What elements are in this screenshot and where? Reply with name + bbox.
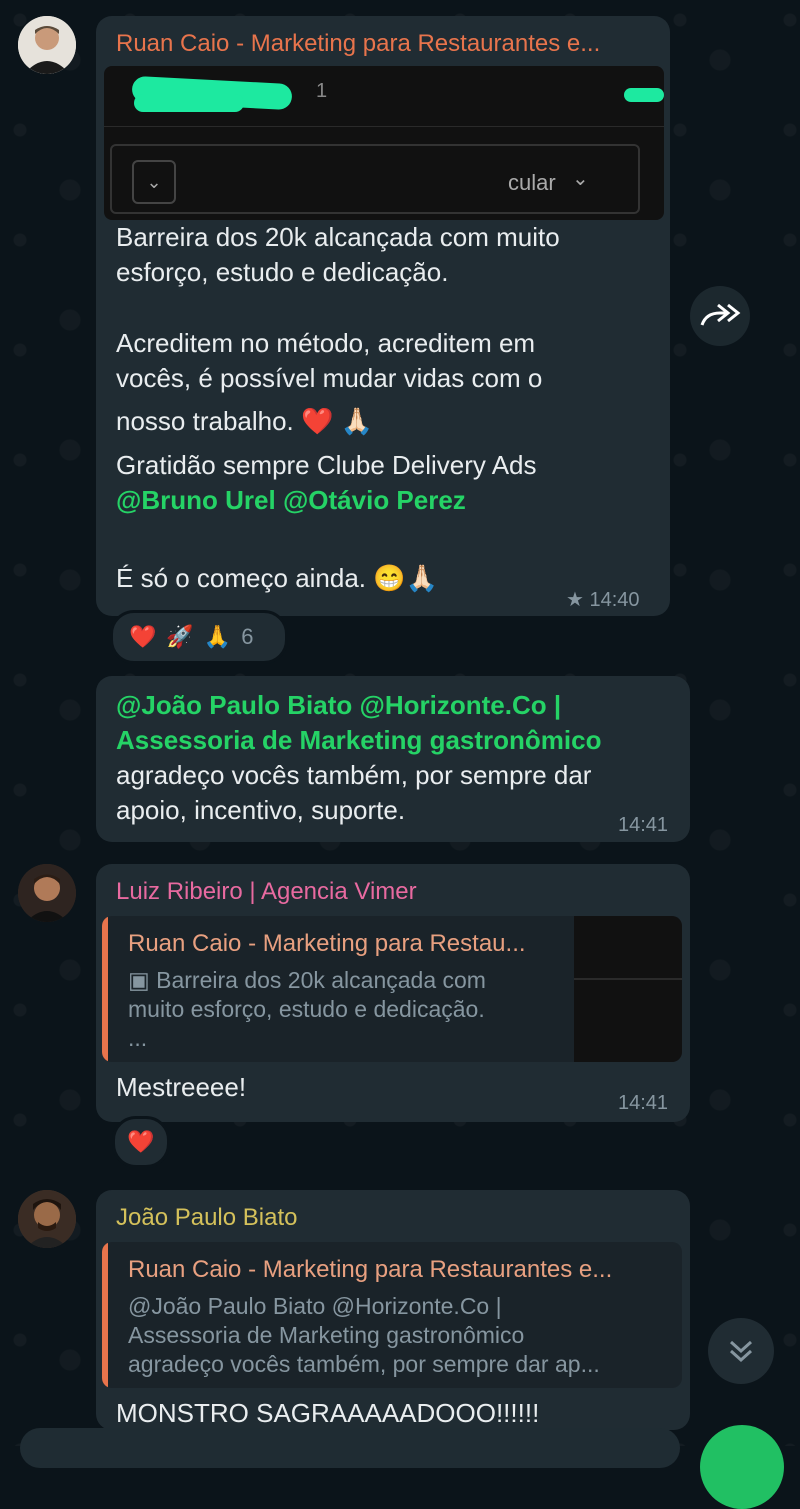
mention-assessoria[interactable]: Assessoria de Marketing gastronômico (116, 725, 601, 755)
reaction-heart-emoji: ❤️ (127, 1129, 155, 1154)
sender-name[interactable]: João Paulo Biato (116, 1204, 656, 1232)
quoted-message[interactable]: Ruan Caio - Marketing para Restau... ▣ B… (102, 916, 682, 1062)
sender-name[interactable]: Luiz Ribeiro | Agencia Vimer (116, 878, 656, 906)
star-icon: ★ (566, 589, 584, 611)
reaction-pray-emoji: 🙏 (203, 624, 232, 649)
message-line: Acreditem no método, acreditem em (116, 328, 536, 358)
quoted-line: ▣ Barreira dos 20k alcançada com (128, 967, 486, 993)
reaction-heart-emoji: ❤️ (129, 624, 157, 649)
quoted-sender: Ruan Caio - Marketing para Restaurantes … (128, 1256, 613, 1283)
image-preview[interactable]: 1 ⌄ cular ⌄ (104, 66, 664, 220)
quoted-line: muito esforço, estudo e dedicação. (128, 996, 485, 1022)
preview-panel (110, 144, 640, 214)
redaction-mark (134, 94, 244, 112)
mentions-line: @Bruno Urel @Otávio Perez (116, 483, 466, 518)
quoted-image-thumbnail (574, 916, 682, 1062)
preview-digit: 1 (316, 80, 328, 102)
message-reactions[interactable]: ❤️ 🚀 🙏 6 (110, 610, 288, 664)
reaction-rocket-emoji: 🚀 (166, 624, 194, 649)
message-bubble-4[interactable]: João Paulo Biato Ruan Caio - Marketing p… (96, 1190, 690, 1430)
scroll-to-bottom-button[interactable] (708, 1318, 774, 1384)
quoted-message[interactable]: Ruan Caio - Marketing para Restaurantes … (102, 1242, 682, 1388)
message-timestamp: 14:41 (618, 814, 669, 836)
message-line: apoio, incentivo, suporte. (116, 795, 406, 825)
avatar-ruan-caio[interactable] (18, 16, 76, 74)
mention-line: @João Paulo Biato @Horizonte.Co | (116, 688, 561, 723)
avatar-joao-paulo-biato[interactable] (18, 1190, 76, 1248)
message-line: nosso trabalho. ❤️ 🙏🏻 (116, 406, 373, 436)
mention-bruno-urel[interactable]: @Bruno Urel (116, 485, 276, 515)
quoted-line: @João Paulo Biato @Horizonte.Co | (128, 1293, 502, 1319)
message-bubble-2[interactable]: @João Paulo Biato @Horizonte.Co | Assess… (96, 676, 690, 842)
message-line: Gratidão sempre Clube Delivery Ads (116, 450, 537, 480)
mention-joao-paulo-biato[interactable]: @João Paulo Biato @Horizonte.Co | (116, 690, 561, 720)
quoted-line: Assessoria de Marketing gastronômico (128, 1322, 525, 1348)
mention-otavio-perez[interactable]: @Otávio Perez (283, 485, 466, 515)
image-icon: ▣ (128, 967, 150, 993)
message-line: Barreira dos 20k alcançada com muito (116, 222, 560, 252)
avatar-luiz-ribeiro[interactable] (18, 864, 76, 922)
message-input-bar[interactable] (20, 1428, 680, 1468)
sender-name[interactable]: Ruan Caio - Marketing para Restaurantes … (116, 30, 656, 58)
message-timestamp: ★ 14:40 (566, 589, 640, 611)
quoted-sender: Ruan Caio - Marketing para Restau... (128, 930, 526, 957)
message-line: agradeço vocês também, por sempre dar (116, 760, 592, 790)
message-timestamp: 14:41 (618, 1092, 669, 1114)
reaction-count: 6 (241, 624, 254, 649)
quoted-line: ... (128, 1025, 148, 1051)
forward-icon (700, 303, 741, 326)
preview-dropdown-text: cular (508, 170, 556, 195)
quoted-line: agradeço vocês também, por sempre dar ap… (128, 1351, 600, 1377)
message-text: MONSTRO SAGRAAAAADOOO!!!!!! (116, 1398, 540, 1428)
mention-line: Assessoria de Marketing gastronômico (116, 723, 601, 758)
message-reactions[interactable]: ❤️ (112, 1116, 170, 1168)
message-line: É só o começo ainda. 😁🙏🏻 (116, 563, 439, 593)
message-line: esforço, estudo e dedicação. (116, 257, 449, 287)
redaction-mark (624, 88, 664, 102)
forward-button[interactable] (690, 286, 750, 346)
message-bubble-1[interactable]: Ruan Caio - Marketing para Restaurantes … (96, 16, 670, 616)
message-text: Mestreeee! (116, 1072, 247, 1102)
chevron-down-icon: ⌄ (132, 160, 176, 204)
chevron-down-icon: ⌄ (572, 168, 589, 190)
message-bubble-3[interactable]: Luiz Ribeiro | Agencia Vimer Ruan Caio -… (96, 864, 690, 1122)
send-button[interactable] (700, 1425, 784, 1509)
double-chevron-down-icon (729, 1340, 753, 1363)
message-line: vocês, é possível mudar vidas com o (116, 363, 543, 393)
